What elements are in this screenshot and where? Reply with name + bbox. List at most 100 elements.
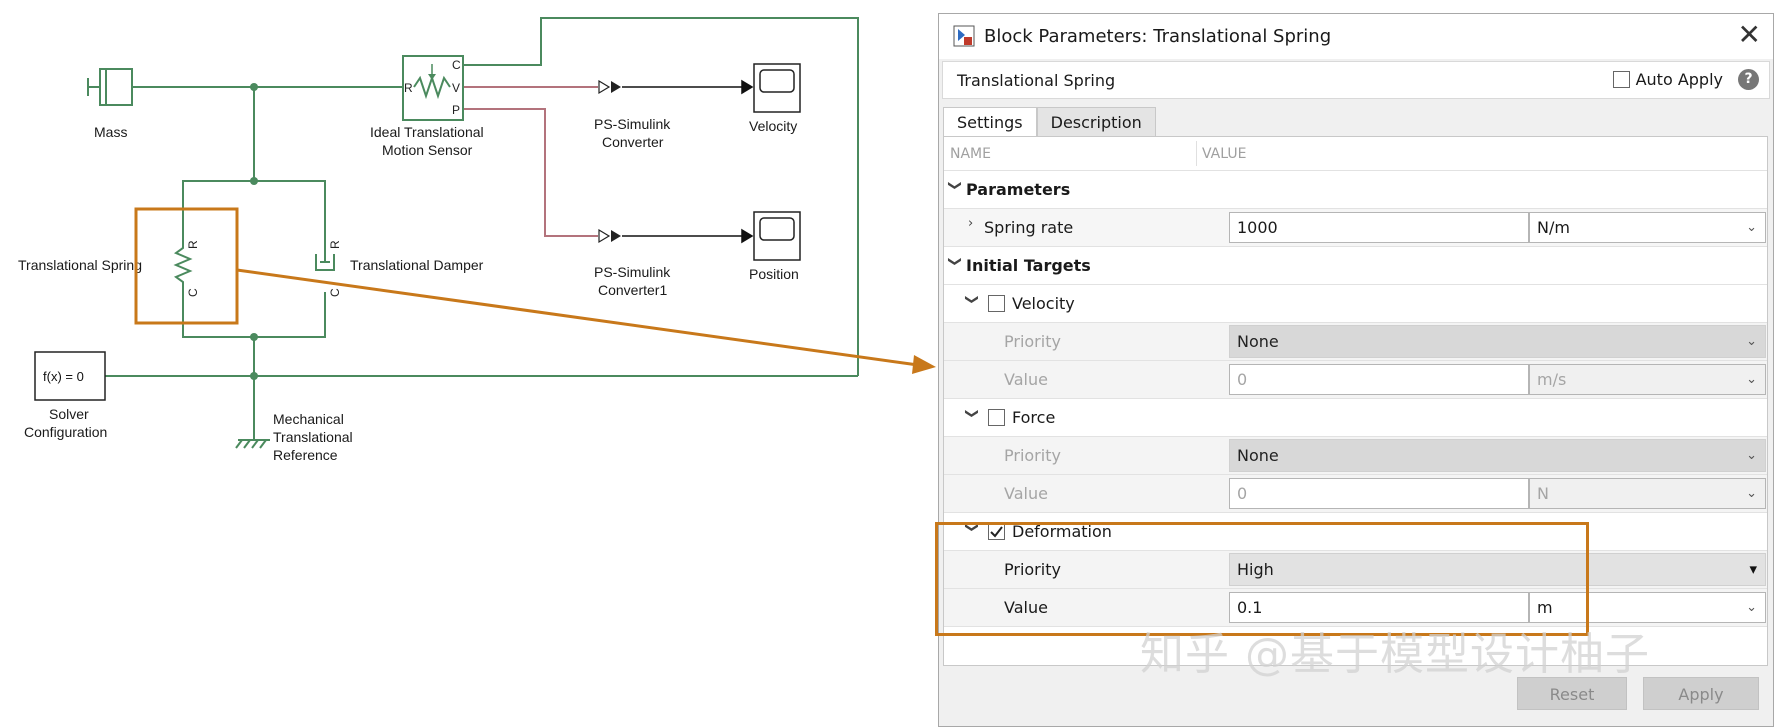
force-priority-label: Priority: [1004, 446, 1061, 465]
ps-simulink-converter-1[interactable]: [598, 228, 621, 244]
ps1-label-2: Converter: [602, 134, 664, 150]
callout-arrowhead: [912, 355, 936, 374]
tab-description[interactable]: Description: [1036, 107, 1156, 137]
ps-simulink-converter[interactable]: [598, 79, 621, 95]
ps1-label-1: PS-Simulink: [594, 116, 671, 132]
chevron-down-icon: ⌄: [1746, 486, 1757, 501]
svg-text:V: V: [452, 81, 460, 95]
watermark-text: 知乎 @基于模型设计柚子: [1140, 629, 1650, 680]
block-name-bar: Translational Spring Auto Apply ?: [942, 61, 1770, 99]
velocity-label: Velocity: [1012, 294, 1075, 313]
force-value-row: Value 0 N ⌄: [944, 475, 1767, 513]
velocity-checkbox[interactable]: [988, 295, 1005, 312]
spring-rate-unit-select[interactable]: N/m ⌄: [1529, 212, 1766, 243]
force-value-label: Value: [1004, 484, 1048, 503]
spring-rate-label: Spring rate: [984, 218, 1074, 237]
svg-text:R: R: [404, 81, 413, 95]
value-column-header: VALUE: [1202, 146, 1247, 162]
caret-down-icon: ▾: [1749, 560, 1757, 578]
svg-text:C: C: [328, 288, 342, 297]
mass-label: Mass: [94, 124, 127, 140]
solver-label-1: Solver: [49, 406, 89, 422]
velocity-unit: m/s: [1537, 370, 1567, 389]
name-column-header: NAME: [950, 146, 991, 162]
velocity-scope-block[interactable]: [753, 63, 801, 113]
spring-rate-row: › Spring rate 1000 N/m ⌄: [944, 209, 1767, 247]
auto-apply-toggle[interactable]: Auto Apply: [1612, 70, 1723, 89]
ps2-label-2: Converter1: [598, 282, 667, 298]
spring-rate-unit: N/m: [1537, 218, 1570, 237]
svg-text:R: R: [186, 240, 200, 249]
velocity-priority-value: None: [1237, 332, 1279, 351]
solver-configuration-block[interactable]: f(x) = 0: [34, 351, 106, 401]
help-icon[interactable]: ?: [1738, 69, 1759, 90]
table-header: NAME VALUE: [944, 137, 1767, 171]
spring-label: Translational Spring: [18, 257, 142, 273]
svg-text:f(x) = 0: f(x) = 0: [43, 369, 84, 384]
position-scope-block[interactable]: [753, 211, 801, 261]
force-priority-row: Priority None ⌄: [944, 437, 1767, 475]
force-priority-select[interactable]: None ⌄: [1229, 439, 1766, 472]
velocity-target-row[interactable]: ❯ Velocity: [944, 285, 1767, 323]
chevron-down-icon[interactable]: ❯: [964, 294, 979, 305]
mass-block[interactable]: [87, 68, 133, 106]
svg-text:C: C: [186, 288, 200, 297]
force-label: Force: [1012, 408, 1056, 427]
force-value-input[interactable]: 0: [1229, 478, 1529, 509]
velocity-priority-select[interactable]: None ⌄: [1229, 325, 1766, 358]
parameters-heading: Parameters: [966, 180, 1071, 199]
svg-text:C: C: [452, 58, 461, 72]
chevron-down-icon: ⌄: [1746, 334, 1757, 349]
chevron-down-icon: ⌄: [1746, 220, 1757, 235]
auto-apply-label: Auto Apply: [1635, 70, 1723, 89]
force-checkbox[interactable]: [988, 409, 1005, 426]
chevron-down-icon[interactable]: ❯: [964, 408, 979, 419]
chevron-down-icon[interactable]: ❯: [947, 256, 962, 267]
velocity-value-input[interactable]: 0: [1229, 364, 1529, 395]
apply-button[interactable]: Apply: [1643, 677, 1759, 710]
velocity-scope-label: Velocity: [749, 118, 797, 134]
force-target-row[interactable]: ❯ Force: [944, 399, 1767, 437]
auto-apply-checkbox[interactable]: [1612, 71, 1630, 88]
spring-rate-input[interactable]: 1000: [1229, 212, 1529, 243]
position-scope-label: Position: [749, 266, 799, 282]
dialog-title: Block Parameters: Translational Spring: [984, 26, 1332, 47]
velocity-priority-label: Priority: [1004, 332, 1061, 351]
chevron-down-icon: ⌄: [1746, 448, 1757, 463]
force-unit-select[interactable]: N ⌄: [1529, 478, 1766, 509]
tab-bar: Settings Description: [943, 107, 1156, 137]
ref-label-1: Mechanical: [273, 411, 344, 427]
velocity-unit-select[interactable]: m/s ⌄: [1529, 364, 1766, 395]
chevron-down-icon[interactable]: ❯: [947, 180, 962, 191]
sensor-label-1: Ideal Translational: [370, 124, 484, 140]
svg-text:R: R: [328, 240, 342, 249]
force-unit: N: [1537, 484, 1549, 503]
velocity-value-label: Value: [1004, 370, 1048, 389]
ps2-label-1: PS-Simulink: [594, 264, 671, 280]
translational-spring-block[interactable]: R C: [173, 232, 200, 297]
velocity-value-row: Value 0 m/s ⌄: [944, 361, 1767, 399]
chevron-down-icon: ⌄: [1746, 372, 1757, 387]
initial-targets-group-row[interactable]: ❯ Initial Targets: [944, 247, 1767, 285]
translational-damper-block[interactable]: R C: [315, 240, 342, 297]
damper-label: Translational Damper: [350, 257, 484, 273]
initial-targets-heading: Initial Targets: [966, 256, 1091, 275]
callout-arrow: [236, 268, 919, 367]
motion-sensor-block[interactable]: R C V P: [402, 55, 464, 121]
chevron-right-icon[interactable]: ›: [968, 216, 973, 231]
ref-label-2: Translational: [273, 429, 353, 445]
force-priority-value: None: [1237, 446, 1279, 465]
close-icon[interactable]: ✕: [1738, 20, 1761, 50]
parameters-group-row[interactable]: ❯ Parameters: [944, 171, 1767, 209]
dialog-titlebar: Block Parameters: Translational Spring ✕: [939, 14, 1773, 59]
block-name: Translational Spring: [957, 71, 1116, 90]
velocity-priority-row: Priority None ⌄: [944, 323, 1767, 361]
svg-text:P: P: [452, 103, 460, 117]
tab-settings[interactable]: Settings: [943, 107, 1037, 137]
simulink-app-icon: [953, 25, 975, 47]
ref-label-3: Reference: [273, 447, 338, 463]
ground-reference-icon[interactable]: [235, 439, 270, 449]
sensor-label-2: Motion Sensor: [382, 142, 473, 158]
solver-label-2: Configuration: [24, 424, 107, 440]
chevron-down-icon: ⌄: [1746, 600, 1757, 615]
